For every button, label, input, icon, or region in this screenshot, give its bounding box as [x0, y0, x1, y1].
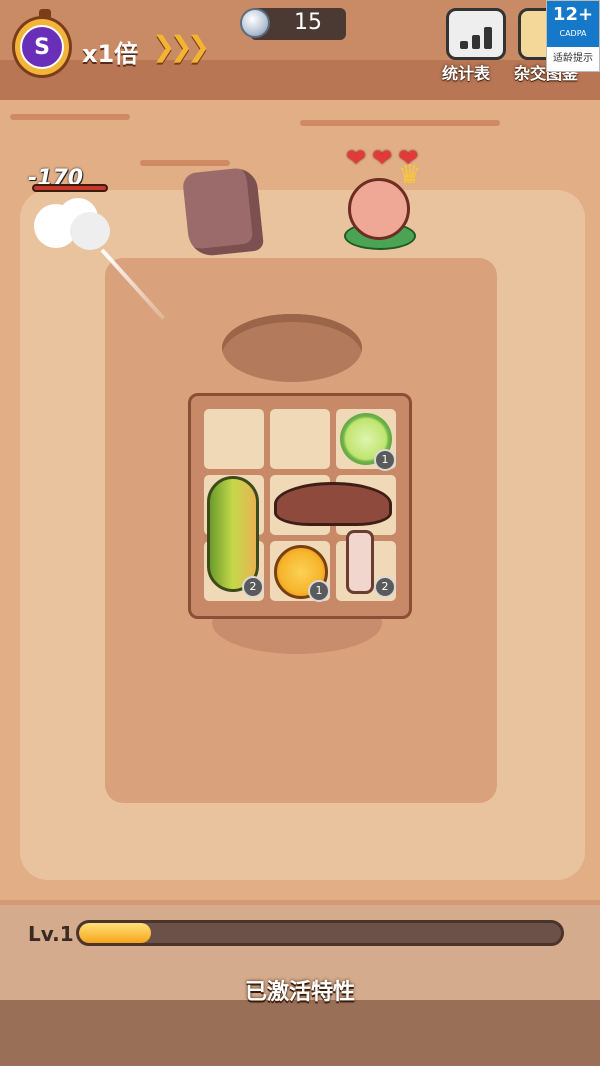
loofah-item[interactable] [207, 476, 259, 592]
grid-cell[interactable] [204, 409, 264, 469]
stats-button[interactable] [446, 8, 506, 60]
crown-icon: ♛ [398, 160, 422, 190]
item-count-badge: 2 [374, 576, 396, 598]
sheep-enemy [30, 196, 112, 254]
chart-bar-icon [472, 35, 480, 49]
heart-icon: ❤ [346, 144, 367, 172]
speed-multiplier[interactable]: x1倍 [82, 34, 138, 69]
level-label: Lv.1 [28, 922, 74, 946]
chart-bar-icon [484, 27, 492, 49]
coin-count: 15 [294, 10, 322, 35]
age-rating-org: CADPA [559, 29, 587, 38]
mushroom-cap [274, 482, 392, 526]
stats-button-label[interactable]: 统计表 [442, 60, 490, 84]
ground-stripe [10, 114, 130, 120]
active-traits-button[interactable]: 已激活特性 [0, 974, 600, 1006]
enemy-health-bar [32, 184, 108, 192]
ground-stripe [140, 160, 230, 166]
speed-up-arrows-icon[interactable]: ❯❯❯ [152, 30, 210, 63]
hole [222, 314, 362, 382]
bottom-band [0, 1000, 600, 1066]
mushroom-stem-item[interactable] [346, 530, 374, 594]
speed-letter: S [20, 25, 64, 69]
grid-cell[interactable] [270, 409, 330, 469]
item-count-badge: 1 [308, 580, 330, 602]
ground-stripe [300, 120, 500, 126]
stopwatch-knob [39, 9, 51, 19]
xp-bar [76, 920, 564, 946]
speed-stopwatch-icon[interactable]: S [12, 9, 72, 78]
chart-bar-icon [460, 41, 468, 49]
heart-icon: ❤ [372, 144, 393, 172]
item-count-badge: 2 [242, 576, 264, 598]
age-rating: 12+ [547, 1, 599, 47]
age-rating-note: 适龄提示 [553, 53, 593, 64]
coin-icon [240, 8, 270, 38]
rock [181, 166, 265, 258]
mushroom-item[interactable] [274, 476, 392, 546]
item-count-badge: 1 [374, 449, 396, 471]
xp-bar-fill [79, 923, 152, 943]
age-rating-badge: 12+ CADPA 适龄提示 [546, 0, 600, 72]
